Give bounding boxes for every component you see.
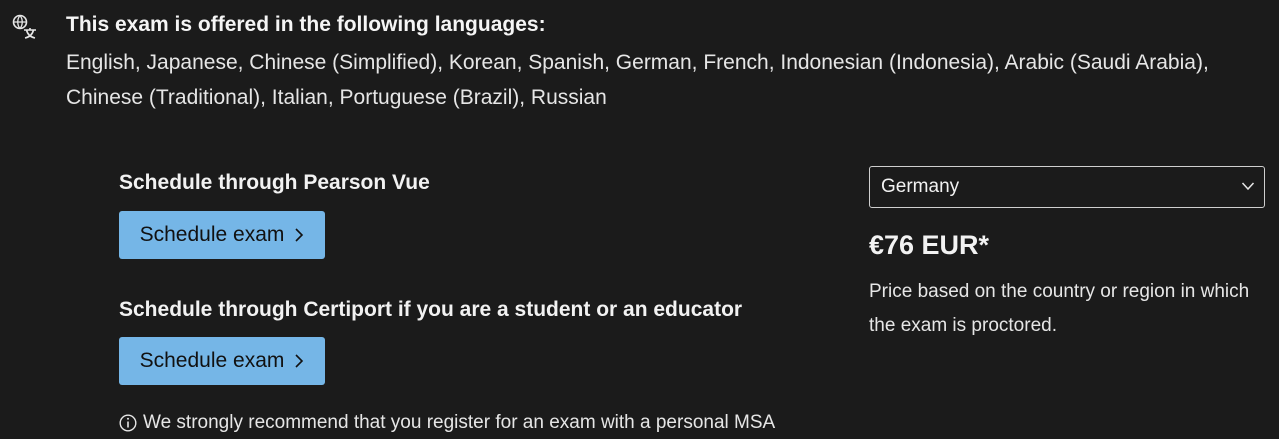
certiport-heading: Schedule through Certiport if you are a … — [119, 298, 743, 321]
languages-heading: This exam is offered in the following la… — [66, 13, 546, 36]
exam-details-panel: This exam is offered in the following la… — [0, 0, 1279, 439]
info-icon — [119, 414, 137, 432]
msa-notice: We strongly recommend that you register … — [119, 412, 775, 434]
exam-price: €76 EUR* — [869, 230, 990, 260]
msa-notice-text: We strongly recommend that you register … — [143, 412, 776, 433]
chevron-down-icon — [1241, 182, 1255, 191]
country-select[interactable]: Germany — [869, 166, 1265, 208]
language-translate-icon — [12, 14, 36, 39]
schedule-certiport-button[interactable]: Schedule exam — [119, 337, 325, 385]
schedule-certiport-button-label: Schedule exam — [139, 349, 285, 372]
pearson-vue-heading: Schedule through Pearson Vue — [119, 171, 430, 194]
chevron-right-icon — [295, 354, 304, 368]
country-select-value: Germany — [881, 176, 960, 197]
schedule-pearson-button[interactable]: Schedule exam — [119, 211, 325, 259]
schedule-pearson-button-label: Schedule exam — [139, 223, 285, 246]
price-note: Price based on the country or region in … — [869, 281, 1250, 336]
languages-list: English, Japanese, Chinese (Simplified),… — [66, 51, 1209, 109]
chevron-right-icon — [295, 228, 304, 242]
